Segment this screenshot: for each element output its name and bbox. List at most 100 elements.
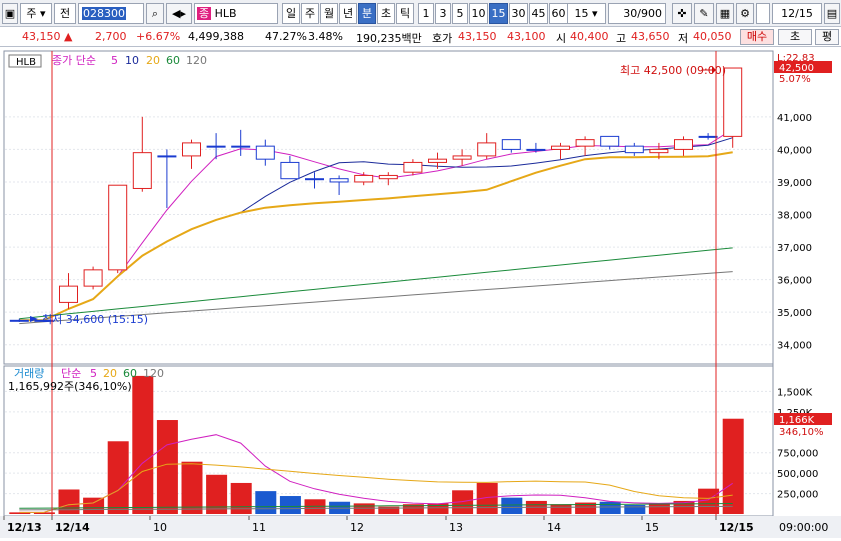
candle-body: [329, 178, 349, 183]
candle-body: [674, 139, 693, 150]
market-select-label: 주: [26, 7, 37, 20]
stock-name: HLB: [214, 7, 237, 20]
candle-body: [280, 161, 300, 180]
x-axis-label: 12: [350, 521, 364, 534]
interval-tab-3[interactable]: 3: [435, 3, 451, 24]
volume-y-tick: 750,000: [777, 449, 818, 460]
candle-body: [551, 145, 570, 150]
panel-menu-icon[interactable]: ▣: [2, 3, 18, 24]
stock-tag: 종: [197, 7, 212, 20]
vol-ma-legend-60: 60: [123, 367, 137, 380]
price-y-tick: 38,000: [777, 211, 812, 222]
candle-body: [378, 174, 398, 180]
price-y-tick: 40,000: [777, 145, 812, 156]
ma-legend-5: 5: [111, 54, 118, 67]
volume-legend-prefix: 단순: [61, 367, 81, 380]
stock-code-input[interactable]: 028300: [78, 3, 144, 24]
candle-body: [83, 269, 103, 287]
interval-tab-10[interactable]: 10: [469, 3, 488, 24]
price-y-tick: 41,000: [777, 113, 812, 124]
buy-button[interactable]: 매수: [740, 29, 774, 45]
market-select[interactable]: 주 ▾: [20, 3, 52, 24]
draw-icon[interactable]: ✎: [694, 3, 714, 24]
volume-bar: [58, 489, 80, 514]
volume-y-tick: 1,500K: [777, 387, 813, 398]
chart-area[interactable]: 41,000 40,000 39,000 38,000 37,000 36,000 35,0…: [0, 47, 841, 538]
stock-code-value: 028300: [82, 7, 126, 20]
volume-bar: [599, 501, 621, 514]
volume-bar: [181, 461, 203, 514]
grid-icon[interactable]: ▦: [716, 3, 734, 24]
candle-body: [255, 145, 275, 160]
candle-body: [600, 135, 620, 147]
low-label: 저: [678, 32, 689, 45]
interval-select-value: 15: [574, 7, 589, 20]
open-label: 시: [556, 32, 567, 45]
sell-button[interactable]: 초: [778, 29, 812, 45]
volume-total: 4,499,388: [188, 30, 244, 43]
period-tab-0[interactable]: 일: [282, 3, 300, 24]
count-display[interactable]: 30/900: [608, 3, 666, 24]
interval-select[interactable]: 15 ▾: [566, 3, 606, 24]
interval-tab-5[interactable]: 5: [452, 3, 468, 24]
open-price: 40,400: [570, 30, 609, 43]
chart-svg[interactable]: 41,000 40,000 39,000 38,000 37,000 36,000 35,0…: [0, 47, 841, 538]
volume-bar: [648, 503, 670, 514]
date-value: 12/15: [781, 7, 813, 20]
period-tab-2[interactable]: 월: [320, 3, 338, 24]
x-axis-label: 10: [153, 521, 167, 534]
type-select-label: 전: [59, 7, 71, 20]
search-icon[interactable]: ⌕: [146, 3, 164, 24]
volume-y-tick: 500,000: [777, 469, 818, 480]
ratio-1: 47.27%: [265, 30, 307, 43]
current-pct-tag: 5.07%: [779, 74, 811, 85]
candle-body: [526, 148, 546, 151]
candle-body: [698, 135, 718, 138]
interval-tab-15[interactable]: 15: [489, 3, 508, 24]
interval-tab-45[interactable]: 45: [529, 3, 548, 24]
volume-bar: [156, 420, 178, 514]
volume-bar: [501, 497, 523, 514]
eval-button[interactable]: 평: [815, 29, 839, 45]
volume-tag-pct: 346,10%: [779, 427, 824, 438]
candle-body: [9, 319, 29, 322]
high-price: 43,650: [631, 30, 670, 43]
candle-body: [452, 155, 472, 160]
x-axis-label: 12/14: [55, 521, 90, 534]
candle-body: [157, 155, 177, 158]
x-axis-label: 15: [645, 521, 659, 534]
vol-ma-legend-5: 5: [90, 367, 97, 380]
date-input[interactable]: 12/15: [772, 3, 822, 24]
interval-tab-1[interactable]: 1: [418, 3, 434, 24]
crosshair-icon[interactable]: ✜: [672, 3, 692, 24]
interval-tab-30[interactable]: 30: [509, 3, 528, 24]
candle: [723, 67, 743, 148]
gear-icon[interactable]: ⚙: [736, 3, 754, 24]
volume-bar: [132, 375, 154, 514]
period-tab-1[interactable]: 주: [301, 3, 319, 24]
volume-bar: [255, 491, 277, 514]
calendar-icon[interactable]: ▤: [824, 3, 840, 24]
period-tab-6[interactable]: 틱: [396, 3, 414, 24]
candle-body: [132, 152, 152, 189]
price-y-tick: 34,000: [777, 341, 812, 352]
x-axis-label: 14: [547, 521, 561, 534]
x-axis-label: 13: [449, 521, 463, 534]
stock-name-field[interactable]: 종 HLB: [194, 3, 278, 24]
volume-bar: [107, 441, 129, 514]
type-select[interactable]: 전: [54, 3, 76, 24]
period-tab-5[interactable]: 초: [377, 3, 395, 24]
high-label: 고: [616, 32, 627, 45]
volume-bar: [279, 496, 301, 514]
symbol-tag: HLB: [16, 57, 36, 68]
period-tab-4[interactable]: 분: [358, 3, 376, 24]
candle-body: [649, 148, 669, 154]
date-checkbox[interactable]: [756, 3, 770, 24]
sound-icon[interactable]: ◀▸: [166, 3, 192, 24]
top-toolbar: ▣ 주 ▾ 전 028300 ⌕ ◀▸ 종 HLB 15 ▾ 30/900 ✜ …: [0, 0, 841, 27]
volume-bar: [206, 474, 228, 514]
period-tab-3[interactable]: 년: [339, 3, 357, 24]
ask-price: 43,150: [458, 30, 497, 43]
interval-tab-60[interactable]: 60: [549, 3, 568, 24]
candle-body: [206, 145, 226, 148]
